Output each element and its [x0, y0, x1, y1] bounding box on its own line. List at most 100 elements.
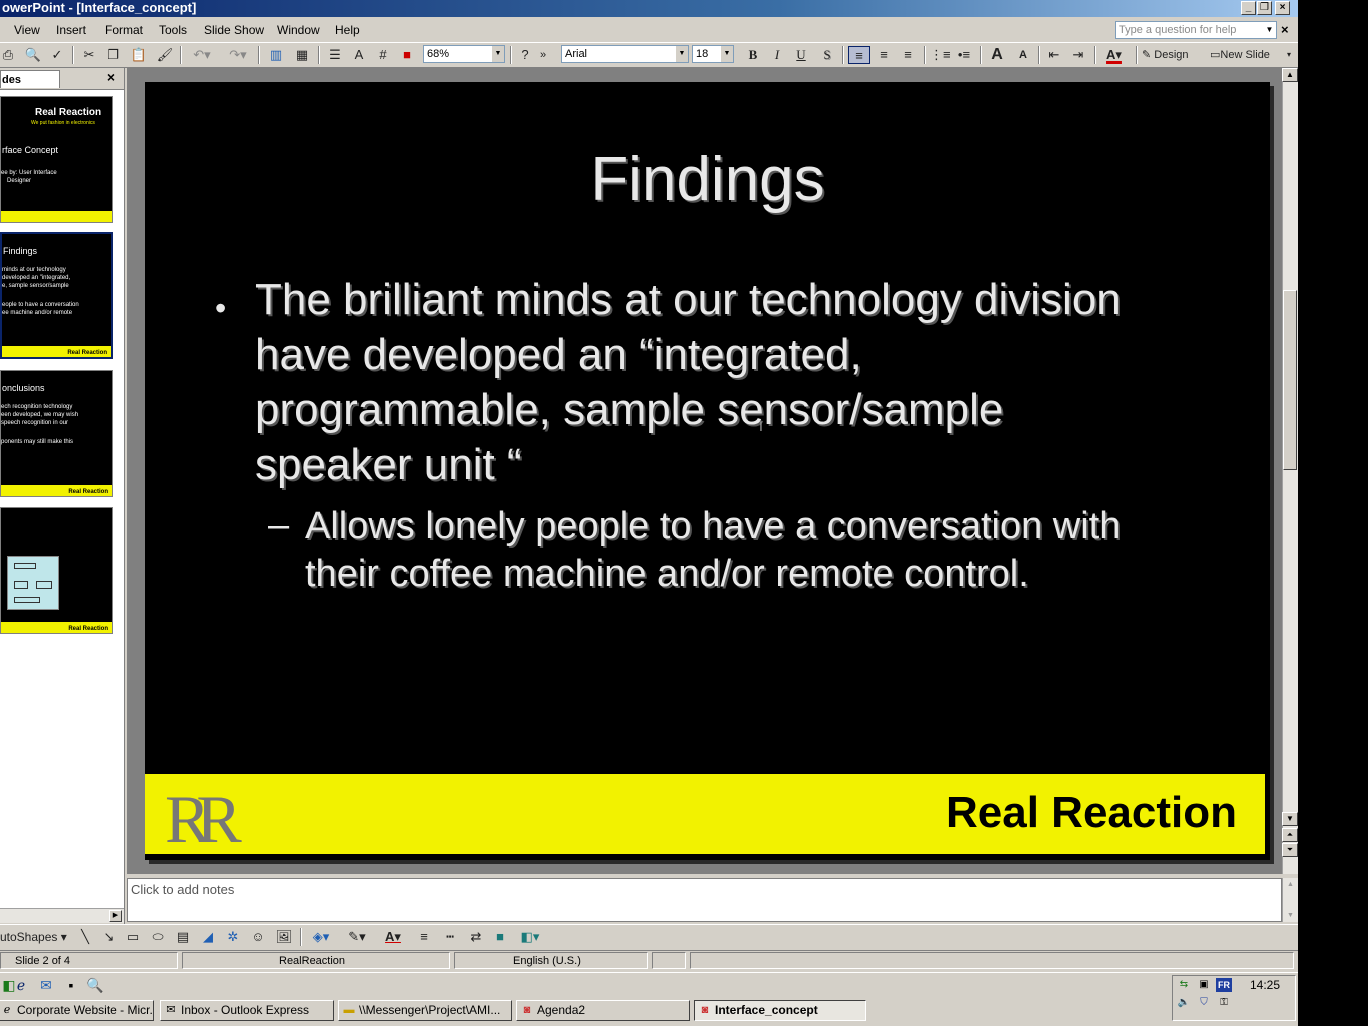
toolbar-overflow-icon[interactable]: ▾ — [1284, 46, 1294, 64]
line-style-icon[interactable]: ≡ — [414, 928, 434, 946]
align-left-icon[interactable]: ≡ — [848, 46, 870, 64]
taskbar-item-outlook-express[interactable]: ✉ Inbox - Outlook Express — [160, 1000, 334, 1021]
menu-window[interactable]: Window — [277, 23, 320, 37]
scroll-right-icon[interactable]: ▶ — [109, 910, 122, 922]
picture-icon[interactable]: 🖼 — [274, 928, 294, 946]
line-tool-icon[interactable]: ╲ — [76, 928, 94, 946]
rectangle-tool-icon[interactable]: ▭ — [124, 928, 142, 946]
print-icon[interactable]: ⎙ — [0, 46, 16, 64]
undo-icon[interactable]: ↶▾ — [188, 46, 216, 64]
decrease-font-size-icon[interactable]: A — [1014, 46, 1032, 64]
shadow-button[interactable]: S — [818, 46, 836, 64]
scroll-down-icon[interactable]: ▼ — [1282, 812, 1298, 826]
diagram-icon[interactable]: ✲ — [224, 928, 242, 946]
devices-icon[interactable]: ⚿ — [1216, 996, 1232, 1010]
menu-slide-show[interactable]: Slide Show — [204, 23, 264, 37]
slide-thumbnail-3[interactable]: onclusions ech recognition technology ee… — [0, 370, 113, 497]
numbering-icon[interactable]: ⋮≡ — [930, 46, 951, 64]
toolbar-options-icon[interactable]: » — [538, 46, 548, 64]
close-pane-icon[interactable]: × — [104, 70, 118, 84]
expand-all-icon[interactable]: ☰ — [326, 46, 344, 64]
dash-style-icon[interactable]: ┅ — [440, 928, 460, 946]
clip-art-icon[interactable]: ☺ — [248, 928, 268, 946]
slide-title[interactable]: Findings — [145, 144, 1270, 215]
language-indicator[interactable]: FR — [1216, 978, 1232, 992]
taskbar-item-interface-concept[interactable]: ◙ Interface_concept — [694, 1000, 866, 1021]
help-dropdown-icon[interactable]: ▼ — [1263, 22, 1276, 38]
slide-thumbnail-4[interactable]: Real Reaction — [0, 507, 113, 634]
menu-help[interactable]: Help — [335, 23, 360, 37]
fill-color-icon[interactable]: ◈▾ — [306, 928, 336, 946]
taskbar-item-messenger-folder[interactable]: ▬ \\Messenger\Project\AMI... — [338, 1000, 512, 1021]
copy-icon[interactable]: ❐ — [104, 46, 122, 64]
security-shield-icon[interactable]: ⛉ — [1196, 996, 1212, 1010]
outlook-icon[interactable]: ✉ — [37, 977, 55, 993]
command-prompt-icon[interactable]: ▪ — [62, 977, 80, 993]
show-grid-icon[interactable]: # — [374, 46, 392, 64]
slide-canvas[interactable]: Findings • The brilliant minds at our te… — [145, 82, 1270, 860]
font-color-icon[interactable]: A▾ — [1099, 46, 1129, 64]
menu-view[interactable]: View — [14, 23, 40, 37]
autoshapes-menu[interactable]: utoShapes ▾ — [0, 928, 70, 946]
display-icon[interactable]: ▣ — [1196, 978, 1212, 992]
slide-thumbnail-1[interactable]: Real Reaction We put fashion in electron… — [0, 96, 113, 223]
scroll-thumb[interactable] — [1283, 290, 1297, 470]
restore-button[interactable]: ❐ — [1257, 1, 1272, 15]
next-slide-icon[interactable]: ⏷ — [1282, 843, 1298, 857]
menu-format[interactable]: Format — [105, 23, 143, 37]
insert-table-icon[interactable]: ▦ — [292, 46, 312, 64]
scroll-up-icon[interactable]: ▲ — [1282, 68, 1298, 82]
minimize-button[interactable]: _ — [1241, 1, 1256, 15]
design-button[interactable]: ✎ Design — [1142, 46, 1204, 64]
align-center-icon[interactable]: ≡ — [874, 46, 894, 64]
3d-style-icon[interactable]: ◧▾ — [514, 928, 546, 946]
shadow-style-icon[interactable]: ■ — [490, 928, 510, 946]
slide-sub-bullet-text[interactable]: Allows lonely people to have a conversat… — [305, 502, 1165, 598]
menu-tools[interactable]: Tools — [159, 23, 187, 37]
italic-button[interactable]: I — [768, 46, 786, 64]
help-icon[interactable]: ? — [516, 46, 534, 64]
slides-tab[interactable]: des — [0, 70, 60, 88]
bold-button[interactable]: B — [744, 46, 762, 64]
help-question-input[interactable]: Type a question for help — [1115, 21, 1277, 39]
font-size-combo[interactable]: 18 ▼ — [692, 45, 734, 63]
show-formatting-icon[interactable]: A — [350, 46, 368, 64]
taskbar-item-corporate-website[interactable]: ℯ Corporate Website - Micr... — [0, 1000, 154, 1021]
close-window-button[interactable]: × — [1275, 1, 1290, 15]
slides-pane-scrollbar[interactable]: ▶ — [0, 908, 124, 923]
print-preview-icon[interactable]: 🔍 — [24, 46, 42, 64]
new-slide-button[interactable]: ▭New Slide — [1210, 46, 1286, 64]
color-grayscale-icon[interactable]: ■ — [398, 46, 416, 64]
zoom-combo[interactable]: 68% ▼ — [423, 45, 505, 63]
arrow-tool-icon[interactable]: ↘ — [100, 928, 118, 946]
notes-scroll-up-icon[interactable]: ▲ — [1283, 878, 1298, 891]
cut-icon[interactable]: ✂ — [80, 46, 98, 64]
slide-bullet-text[interactable]: The brilliant minds at our technology di… — [255, 272, 1155, 492]
notes-scroll-down-icon[interactable]: ▼ — [1283, 909, 1298, 922]
volume-icon[interactable]: 🔈 — [1176, 996, 1192, 1010]
notes-pane[interactable]: Click to add notes — [127, 878, 1282, 922]
oval-tool-icon[interactable]: ⬭ — [148, 928, 168, 946]
insert-chart-icon[interactable]: ▥ — [266, 46, 286, 64]
menu-insert[interactable]: Insert — [56, 23, 86, 37]
font-combo[interactable]: Arial ▼ — [561, 45, 689, 63]
explorer-search-icon[interactable]: 🔍 — [86, 977, 104, 993]
text-box-icon[interactable]: ▤ — [174, 928, 192, 946]
paste-icon[interactable]: 📋 — [128, 46, 150, 64]
notes-scrollbar[interactable]: ▲ ▼ — [1282, 878, 1298, 922]
vertical-scrollbar[interactable] — [1282, 68, 1298, 874]
arrow-style-icon[interactable]: ⇄ — [466, 928, 486, 946]
network-icon[interactable]: ⇆ — [1176, 978, 1192, 992]
previous-slide-icon[interactable]: ⏶ — [1282, 828, 1298, 842]
align-right-icon[interactable]: ≡ — [898, 46, 918, 64]
close-document-icon[interactable]: × — [1281, 22, 1293, 38]
wordart-icon[interactable]: ◢ — [198, 928, 218, 946]
internet-explorer-icon[interactable]: ℯ — [12, 977, 30, 993]
redo-icon[interactable]: ↷▾ — [224, 46, 252, 64]
bullets-icon[interactable]: •≡ — [954, 46, 974, 64]
format-painter-icon[interactable]: 🖌 — [156, 46, 174, 64]
increase-indent-icon[interactable]: ⇥ — [1068, 46, 1088, 64]
line-color-icon[interactable]: ✎▾ — [342, 928, 372, 946]
spelling-icon[interactable]: ✓ — [48, 46, 66, 64]
taskbar-item-agenda2[interactable]: ◙ Agenda2 — [516, 1000, 690, 1021]
